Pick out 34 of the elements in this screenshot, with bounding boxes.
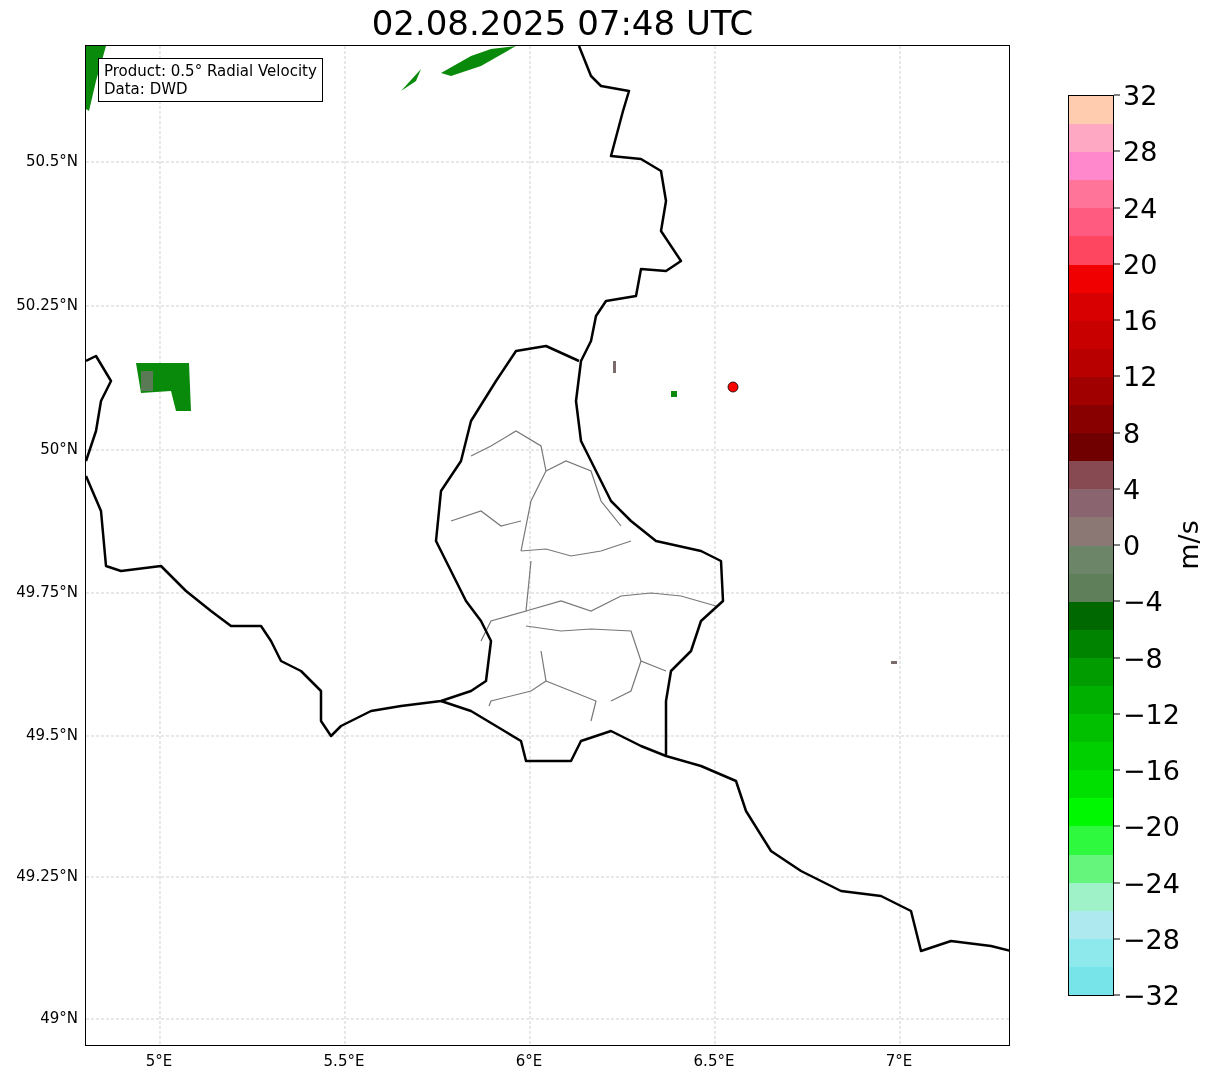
colorbar-tick-label: 28 (1123, 135, 1158, 167)
colorbar-tick-label: −16 (1123, 754, 1180, 786)
latitude-label: 50°N (40, 440, 78, 458)
colorbar-tick-label: 4 (1123, 473, 1141, 505)
colorbar-tick-label: 20 (1123, 248, 1158, 280)
colorbar-tick-label: 24 (1123, 192, 1158, 223)
info-text: Product: 0.5° Radial Velocity (104, 62, 317, 80)
longitude-label: 7°E (885, 1052, 913, 1070)
map-title: 02.08.2025 07:48 UTC (370, 1, 755, 45)
latitude-label: 49.5°N (25, 726, 78, 744)
longitude-label: 5°E (145, 1052, 173, 1070)
colorbar-tick-label: 0 (1123, 529, 1141, 561)
colorbar-tick-label: 8 (1123, 417, 1141, 448)
colorbar-tick-label: 16 (1123, 304, 1158, 336)
colorbar-tick-label: −20 (1123, 810, 1180, 842)
latitude-label: 49°N (40, 1009, 78, 1027)
colorbar-tick-label: −32 (1123, 979, 1180, 1011)
latitude-label: 50.5°N (25, 152, 78, 170)
colorbar-tick-label: −28 (1123, 923, 1180, 955)
colorbar-tick-label: −8 (1123, 642, 1163, 673)
longitude-label: 5.5°E (323, 1052, 365, 1070)
info-text: Data: DWD (104, 80, 189, 98)
colorbar-tick-label: 12 (1123, 360, 1158, 392)
latitude-label: 49.75°N (16, 583, 78, 601)
colorbar-tick-label: −24 (1123, 867, 1180, 898)
longitude-label: 6.5°E (693, 1052, 735, 1070)
radar-site-marker (727, 381, 739, 393)
longitude-label: 6°E (515, 1052, 543, 1070)
latitude-label: 49.25°N (16, 867, 78, 885)
latitude-label: 50.25°N (16, 296, 78, 314)
colorbar-tick-label: −12 (1123, 698, 1180, 730)
colorbar-tick-label: −4 (1123, 585, 1163, 617)
colorbar-tick-label: 32 (1123, 79, 1158, 111)
colorbar-unit-label: m/s (1172, 520, 1204, 570)
